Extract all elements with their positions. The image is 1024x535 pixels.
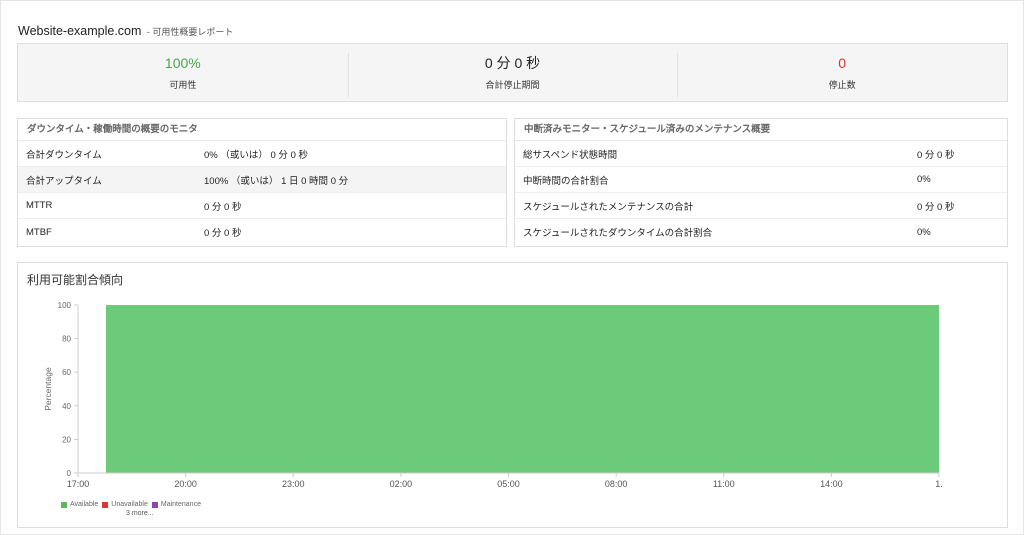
summary-availability: 100% 可用性 bbox=[18, 44, 348, 101]
table-row: 中断時間の合計割合 0% bbox=[515, 167, 1007, 193]
row-value: 100% （或いは） 1 日 0 時間 0 分 bbox=[204, 175, 349, 187]
table-row: 合計ダウンタイム 0% （或いは） 0 分 0 秒 bbox=[18, 141, 506, 167]
row-label: スケジュールされたダウンタイムの合計割合 bbox=[523, 228, 713, 239]
y-tick-label: 20 bbox=[62, 435, 71, 444]
outage-count-value: 0 bbox=[838, 55, 847, 71]
row-label: MTTR bbox=[26, 200, 53, 211]
row-value: 0 分 0 秒 bbox=[917, 201, 955, 213]
row-value: 0% bbox=[917, 174, 931, 185]
x-tick-label: 11:00 bbox=[713, 479, 735, 489]
availability-label: 可用性 bbox=[169, 80, 197, 90]
legend-label: Maintenance bbox=[160, 501, 201, 508]
row-value: 0 分 0 秒 bbox=[204, 201, 242, 213]
row-label: スケジュールされたメンテナンスの合計 bbox=[523, 201, 694, 213]
y-tick-label: 60 bbox=[62, 368, 71, 377]
row-label: 総サスペンド状態時間 bbox=[523, 149, 618, 161]
x-tick-label: 08:00 bbox=[605, 479, 628, 489]
row-label: 中断時間の合計割合 bbox=[523, 175, 609, 187]
availability-value: 100% bbox=[164, 55, 201, 71]
legend-item-available[interactable]: Available bbox=[61, 501, 98, 508]
table-row: MTTR 0 分 0 秒 bbox=[18, 193, 506, 219]
legend-swatch bbox=[151, 501, 158, 508]
site-name: Website-example.com bbox=[18, 24, 142, 38]
maintenance-panel-title: 中断済みモニター・スケジュール済みのメンテナンス概要 bbox=[515, 119, 1007, 141]
row-label: 合計ダウンタイム bbox=[26, 149, 102, 161]
availability-trend-panel: 0 20 40 60 80 100 17:00 20:00 23:00 02:00 05:00 08:… bbox=[17, 262, 1008, 528]
chart-title: 利用可能割合傾向 bbox=[27, 273, 124, 287]
downtime-panel-title: ダウンタイム・稼働時間の概要のモニタ bbox=[18, 119, 506, 141]
legend-swatch bbox=[61, 501, 67, 508]
report-subtitle: - 可用性概要レポート bbox=[146, 27, 234, 37]
outage-count-label: 停止数 bbox=[828, 80, 856, 90]
summary-total-downtime: 0 分 0 秒 合計停止期間 bbox=[347, 44, 678, 101]
y-tick-label: 80 bbox=[62, 335, 71, 344]
y-tick-label: 40 bbox=[62, 402, 71, 411]
summary-outage-count: 0 停止数 bbox=[677, 44, 1007, 101]
x-tick-label: 17:00 bbox=[67, 479, 90, 489]
x-tick-label: 05:00 bbox=[497, 479, 520, 489]
x-tick-label: 23:00 bbox=[282, 479, 305, 489]
area-series-available bbox=[106, 305, 939, 473]
row-value: 0 分 0 秒 bbox=[204, 228, 242, 239]
legend-label: Available bbox=[70, 501, 99, 508]
y-axis-label: Percentage bbox=[43, 367, 53, 411]
total-downtime-label: 合計停止期間 bbox=[485, 80, 540, 90]
table-row: MTBF 0 分 0 秒 bbox=[18, 219, 506, 245]
legend-label: Unavailable bbox=[111, 501, 148, 508]
report-header: Website-example.com - 可用性概要レポート bbox=[18, 24, 233, 38]
table-row: 総サスペンド状態時間 0 分 0 秒 bbox=[515, 141, 1007, 167]
x-tick-label: 20:00 bbox=[174, 479, 197, 489]
downtime-summary-panel: ダウンタイム・稼働時間の概要のモニタ 合計ダウンタイム 0% （或いは） 0 分… bbox=[17, 118, 507, 247]
row-value: 0 分 0 秒 bbox=[917, 149, 955, 161]
summary-bar: 100% 可用性 0 分 0 秒 合計停止期間 0 停止数 bbox=[17, 43, 1008, 102]
y-tick-label: 100 bbox=[58, 301, 72, 310]
availability-trend-chart: 0 20 40 60 80 100 17:00 20:00 23:00 02:00 05:00 08:… bbox=[43, 301, 943, 489]
row-value: 0% bbox=[917, 226, 931, 238]
table-row: 合計アップタイム 100% （或いは） 1 日 0 時間 0 分 bbox=[18, 167, 506, 193]
row-label: 合計アップタイム bbox=[26, 175, 102, 187]
maintenance-summary-panel: 中断済みモニター・スケジュール済みのメンテナンス概要 総サスペンド状態時間 0 … bbox=[514, 118, 1008, 247]
table-row: スケジュールされたダウンタイムの合計割合 0% bbox=[515, 219, 1007, 245]
x-tick-label: 14:00 bbox=[820, 479, 843, 489]
legend-swatch bbox=[102, 501, 109, 508]
total-downtime-value: 0 分 0 秒 bbox=[484, 55, 541, 71]
legend-more-link[interactable]: 3 more... bbox=[126, 510, 154, 517]
table-row: スケジュールされたメンテナンスの合計 0 分 0 秒 bbox=[515, 193, 1007, 219]
legend-item-unavailable[interactable]: Unavailable bbox=[102, 501, 148, 508]
legend-item-maintenance[interactable]: Maintenance bbox=[151, 501, 201, 508]
x-tick-label: 1. bbox=[935, 479, 943, 489]
x-tick-label: 02:00 bbox=[390, 479, 413, 489]
row-value: 0% （或いは） 0 分 0 秒 bbox=[204, 149, 308, 161]
y-tick-label: 0 bbox=[67, 469, 72, 478]
chart-legend: Available Unavailable Maintenance bbox=[61, 501, 201, 508]
row-label: MTBF bbox=[26, 226, 52, 238]
